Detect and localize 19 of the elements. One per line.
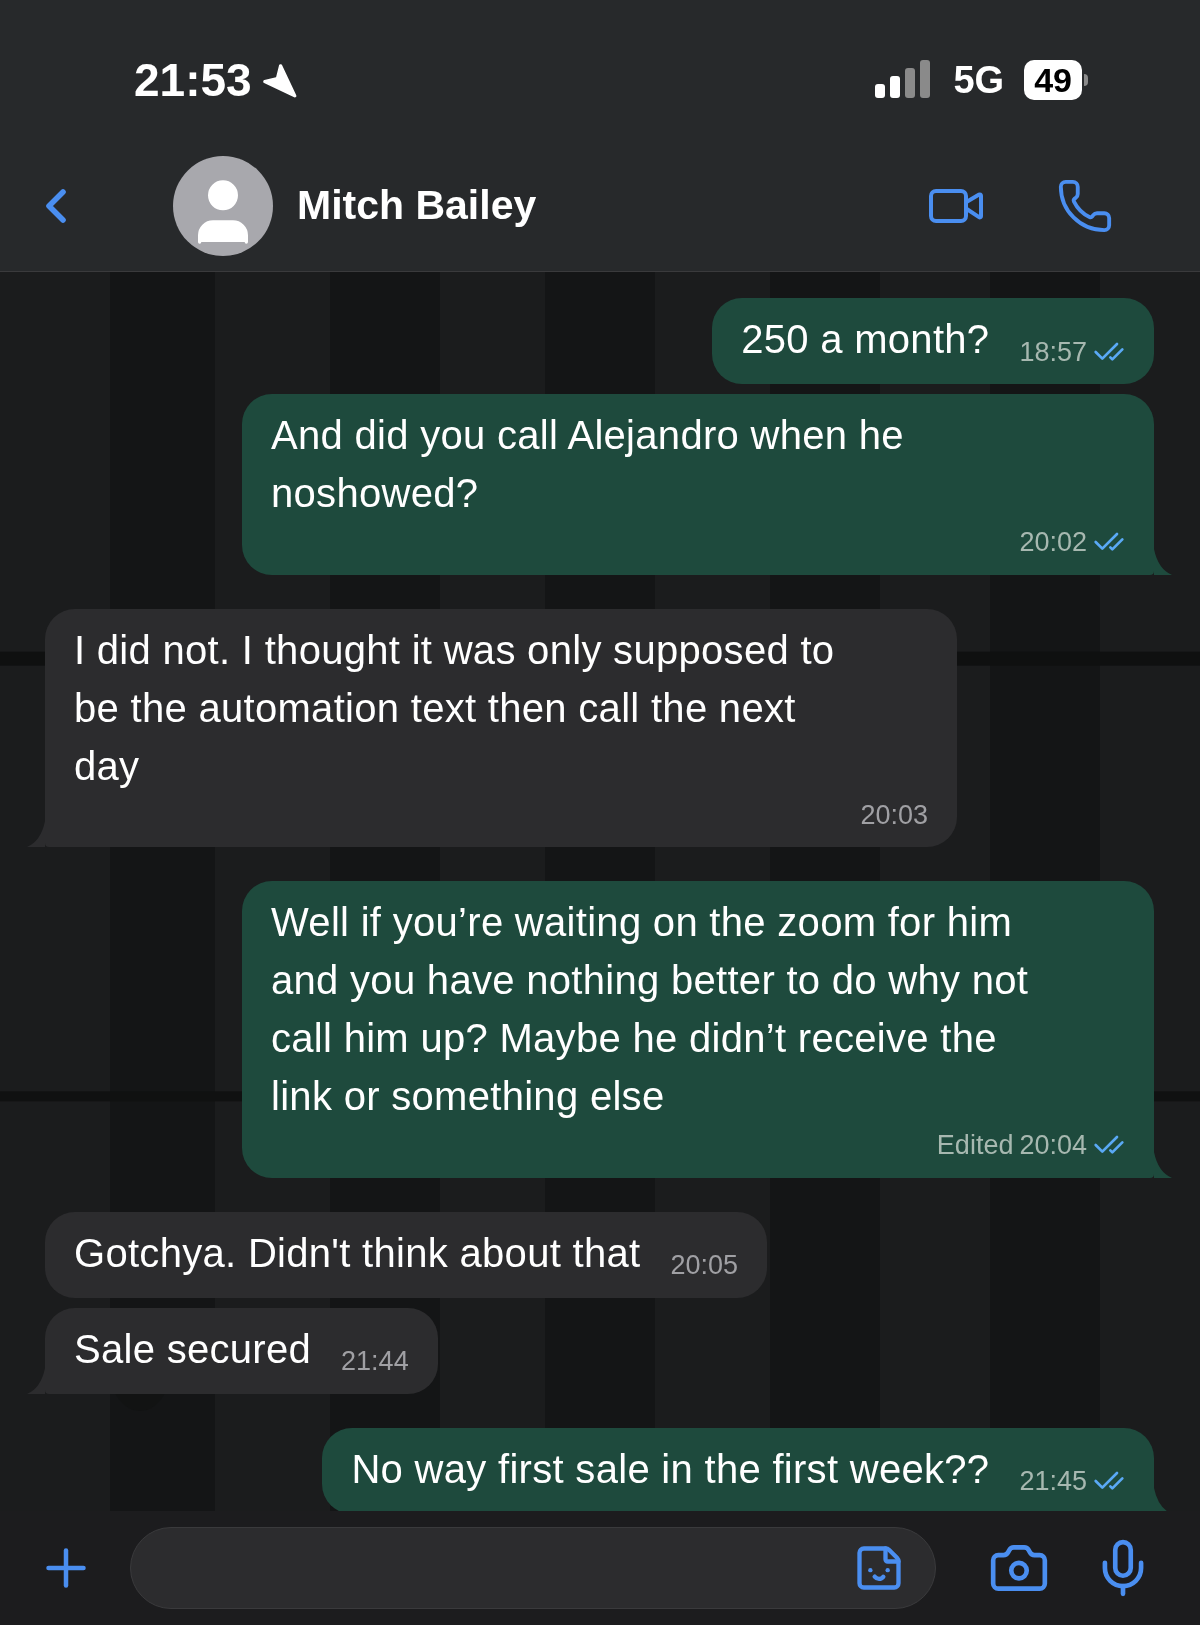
message-time: 20:02	[1019, 526, 1087, 559]
message-text: 250 a month?	[741, 316, 990, 363]
edited-label: Edited	[936, 1129, 1014, 1162]
battery-indicator: 49	[1024, 60, 1088, 100]
message-text: Gotchya. Didn't think about that	[74, 1229, 641, 1277]
network-label: 5G	[953, 57, 1005, 103]
message-text: No way first sale in the first week??	[351, 1445, 990, 1493]
message-time: 20:04	[1019, 1129, 1087, 1162]
message-time: 18:57	[1019, 335, 1087, 369]
contact-name[interactable]: Mitch Bailey	[297, 174, 537, 237]
message-time: 21:44	[341, 1345, 409, 1378]
message-text: I did not. I thought it was only supposed to be the automation text then call the next day	[74, 626, 836, 790]
message-text: Sale secured	[74, 1325, 312, 1373]
message-time: 21:45	[1019, 1465, 1087, 1498]
status-time: 21:53	[134, 52, 252, 108]
message-text: Well if you’re waiting on the zoom for him and you have nothing better to do why not call him up? Maybe he didn’t receive the link or something else	[271, 899, 1030, 1120]
message-time: 20:03	[860, 798, 928, 832]
message-time: 20:05	[670, 1249, 739, 1282]
message-text: And did you call Alejandro when he noshowed?	[271, 412, 905, 517]
